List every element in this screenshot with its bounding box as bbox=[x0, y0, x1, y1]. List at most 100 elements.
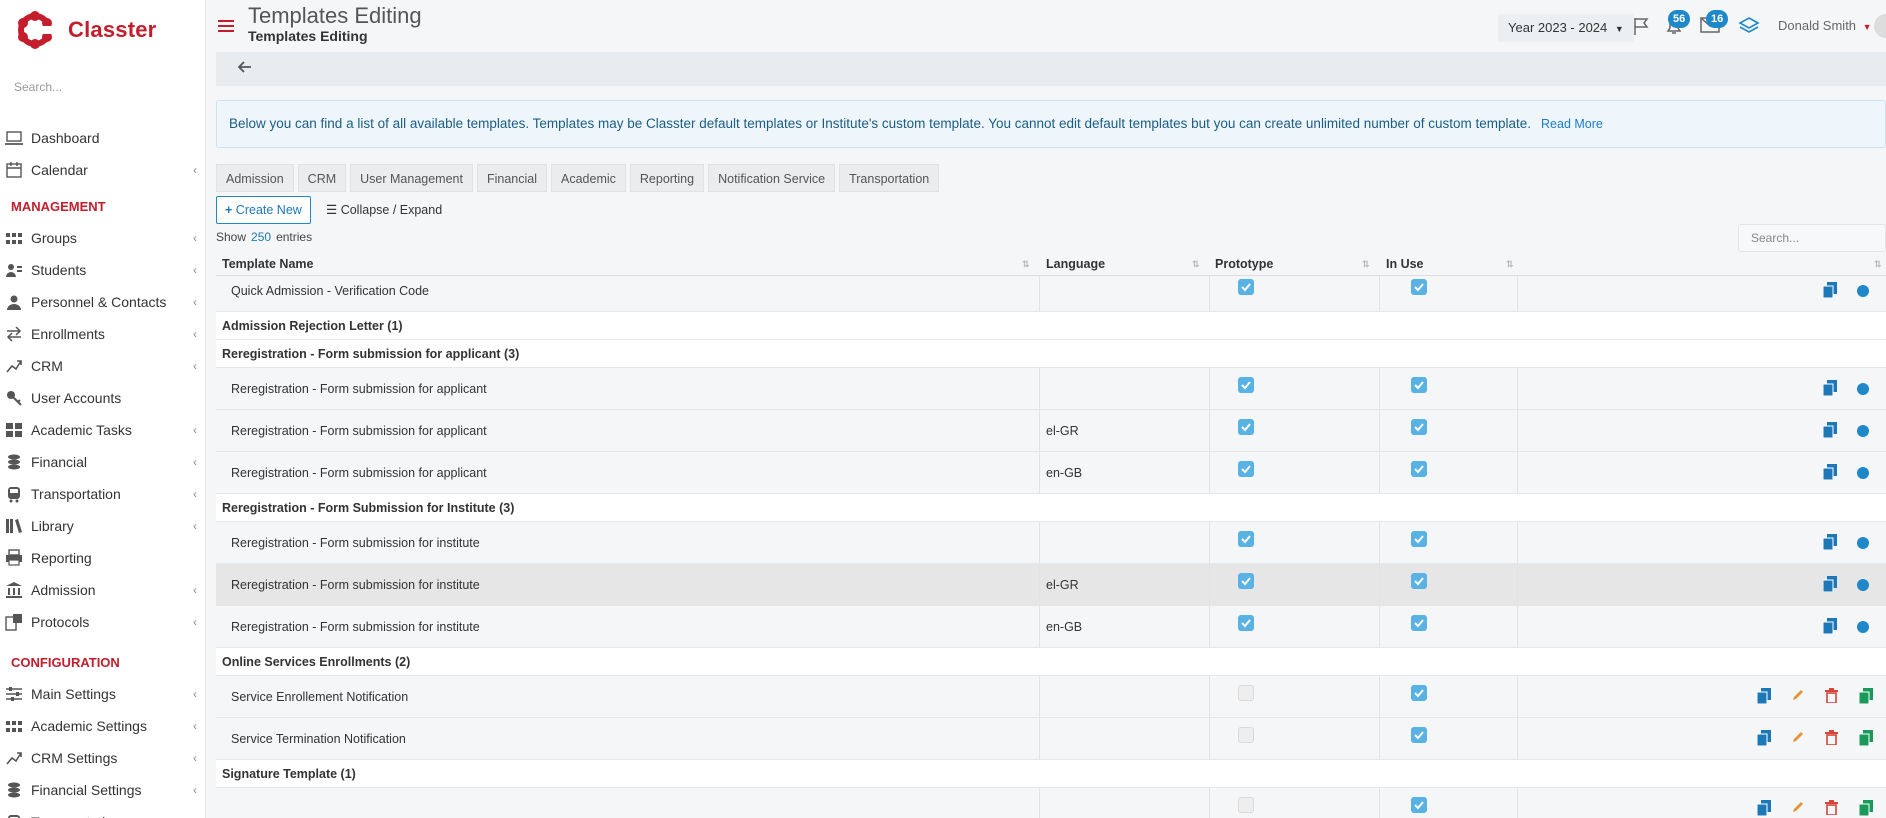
sidebar-item-admission[interactable]: Admission ‹ bbox=[0, 574, 205, 606]
sidebar-item-financial[interactable]: Financial ‹ bbox=[0, 446, 205, 478]
in-use-checkbox[interactable] bbox=[1411, 727, 1427, 743]
show-entries: Show 250 entries bbox=[216, 230, 312, 244]
preview-icon[interactable] bbox=[1857, 425, 1869, 440]
copy-icon[interactable] bbox=[1822, 422, 1837, 441]
layers-icon[interactable] bbox=[1738, 16, 1760, 39]
year-select[interactable]: Year 2023 - 2024 ▼ bbox=[1498, 14, 1634, 42]
menu-toggle-icon[interactable] bbox=[218, 20, 234, 34]
preview-icon[interactable] bbox=[1857, 383, 1869, 398]
prototype-checkbox[interactable] bbox=[1238, 279, 1254, 295]
groups-icon bbox=[5, 229, 23, 247]
sort-icon[interactable]: ⇅ bbox=[1362, 259, 1370, 270]
in-use-checkbox[interactable] bbox=[1411, 685, 1427, 701]
sort-icon[interactable]: ⇅ bbox=[1506, 259, 1514, 270]
sidebar-item-academic-tasks[interactable]: Academic Tasks ‹ bbox=[0, 414, 205, 446]
sort-icon[interactable]: ⇅ bbox=[1874, 259, 1882, 270]
prototype-checkbox[interactable] bbox=[1238, 531, 1254, 547]
pencil-icon[interactable] bbox=[1791, 688, 1805, 705]
sidebar-item-transportation[interactable]: Transportation‹ bbox=[0, 478, 205, 510]
arrow-left-icon[interactable] bbox=[237, 60, 252, 77]
app-logo[interactable]: Classter bbox=[0, 0, 205, 60]
in-use-checkbox[interactable] bbox=[1411, 573, 1427, 589]
pencil-icon[interactable] bbox=[1791, 800, 1805, 817]
sidebar-item-personnel-contacts[interactable]: Personnel & Contacts ‹ bbox=[0, 286, 205, 318]
tab-user-management[interactable]: User Management bbox=[350, 164, 473, 192]
pencil-icon[interactable] bbox=[1791, 730, 1805, 747]
duplicate-icon[interactable] bbox=[1858, 730, 1873, 749]
sidebar-item-students[interactable]: Students ‹ bbox=[0, 254, 205, 286]
sidebar-item-library[interactable]: Library ‹ bbox=[0, 510, 205, 542]
copy-icon[interactable] bbox=[1822, 534, 1837, 553]
tab-academic[interactable]: Academic bbox=[551, 164, 626, 192]
sidebar-item-dashboard[interactable]: Dashboard bbox=[0, 122, 205, 154]
column-prototype[interactable]: Prototype bbox=[1215, 257, 1273, 271]
tab-notification-service[interactable]: Notification Service bbox=[708, 164, 836, 192]
copy-icon[interactable] bbox=[1756, 730, 1771, 749]
entries-select[interactable]: 250 bbox=[251, 230, 271, 244]
sidebar-item-user-accounts[interactable]: User Accounts bbox=[0, 382, 205, 414]
sidebar-search-input[interactable]: Search... bbox=[14, 76, 191, 98]
read-more-link[interactable]: Read More bbox=[1541, 117, 1603, 131]
column-in-use[interactable]: In Use bbox=[1386, 257, 1424, 271]
preview-icon[interactable] bbox=[1857, 621, 1869, 636]
in-use-checkbox[interactable] bbox=[1411, 419, 1427, 435]
sidebar-item-calendar[interactable]: Calendar ‹ bbox=[0, 154, 205, 186]
prototype-checkbox[interactable] bbox=[1238, 727, 1254, 743]
sidebar-item-academic-settings[interactable]: Academic Settings ‹ bbox=[0, 710, 205, 742]
sidebar-item-financial-settings[interactable]: Financial Settings ‹ bbox=[0, 774, 205, 806]
trash-icon[interactable] bbox=[1825, 800, 1838, 818]
sidebar-item-transportation[interactable]: Transportation‹ bbox=[0, 806, 205, 818]
sidebar-item-groups[interactable]: Groups ‹ bbox=[0, 222, 205, 254]
copy-icon[interactable] bbox=[1756, 800, 1771, 818]
sidebar-item-crm-settings[interactable]: CRM Settings ‹ bbox=[0, 742, 205, 774]
table-search-input[interactable]: Search... bbox=[1738, 224, 1886, 252]
sidebar-item-reporting[interactable]: Reporting bbox=[0, 542, 205, 574]
prototype-checkbox[interactable] bbox=[1238, 797, 1254, 813]
preview-icon[interactable] bbox=[1857, 579, 1869, 594]
preview-icon[interactable] bbox=[1857, 537, 1869, 552]
copy-icon[interactable] bbox=[1822, 576, 1837, 595]
column-divider bbox=[1039, 788, 1040, 818]
trash-icon[interactable] bbox=[1825, 730, 1838, 748]
copy-icon[interactable] bbox=[1822, 618, 1837, 637]
in-use-checkbox[interactable] bbox=[1411, 797, 1427, 813]
preview-icon[interactable] bbox=[1857, 285, 1869, 300]
collapse-expand-button[interactable]: ☰ Collapse / Expand bbox=[326, 196, 442, 224]
in-use-checkbox[interactable] bbox=[1411, 615, 1427, 631]
column-language[interactable]: Language bbox=[1046, 257, 1105, 271]
tab-admission[interactable]: Admission bbox=[216, 164, 294, 192]
duplicate-icon[interactable] bbox=[1858, 688, 1873, 707]
sidebar-item-protocols[interactable]: Protocols ‹ bbox=[0, 606, 205, 638]
sort-icon[interactable]: ⇅ bbox=[1022, 259, 1030, 270]
prototype-checkbox[interactable] bbox=[1238, 615, 1254, 631]
in-use-checkbox[interactable] bbox=[1411, 461, 1427, 477]
prototype-checkbox[interactable] bbox=[1238, 377, 1254, 393]
sort-icon[interactable]: ⇅ bbox=[1192, 259, 1200, 270]
flag-icon[interactable] bbox=[1632, 16, 1652, 39]
preview-icon[interactable] bbox=[1857, 467, 1869, 482]
copy-icon[interactable] bbox=[1756, 688, 1771, 707]
duplicate-icon[interactable] bbox=[1858, 800, 1873, 818]
in-use-checkbox[interactable] bbox=[1411, 279, 1427, 295]
prototype-checkbox[interactable] bbox=[1238, 573, 1254, 589]
column-template-name[interactable]: Template Name bbox=[222, 257, 313, 271]
in-use-checkbox[interactable] bbox=[1411, 531, 1427, 547]
avatar[interactable] bbox=[1874, 14, 1886, 38]
copy-icon[interactable] bbox=[1822, 380, 1837, 399]
prototype-checkbox[interactable] bbox=[1238, 419, 1254, 435]
copy-icon[interactable] bbox=[1822, 282, 1837, 301]
user-menu[interactable]: Donald Smith ▼ bbox=[1778, 18, 1872, 33]
tab-financial[interactable]: Financial bbox=[476, 164, 547, 192]
tab-crm[interactable]: CRM bbox=[297, 164, 347, 192]
sidebar-item-main-settings[interactable]: Main Settings ‹ bbox=[0, 678, 205, 710]
tab-reporting[interactable]: Reporting bbox=[629, 164, 705, 192]
trash-icon[interactable] bbox=[1825, 688, 1838, 706]
prototype-checkbox[interactable] bbox=[1238, 461, 1254, 477]
tab-transportation[interactable]: Transportation bbox=[839, 164, 940, 192]
create-new-button[interactable]: + Create New bbox=[216, 196, 311, 224]
in-use-checkbox[interactable] bbox=[1411, 377, 1427, 393]
prototype-checkbox[interactable] bbox=[1238, 685, 1254, 701]
sidebar-item-crm[interactable]: CRM ‹ bbox=[0, 350, 205, 382]
copy-icon[interactable] bbox=[1822, 464, 1837, 483]
sidebar-item-enrollments[interactable]: Enrollments ‹ bbox=[0, 318, 205, 350]
